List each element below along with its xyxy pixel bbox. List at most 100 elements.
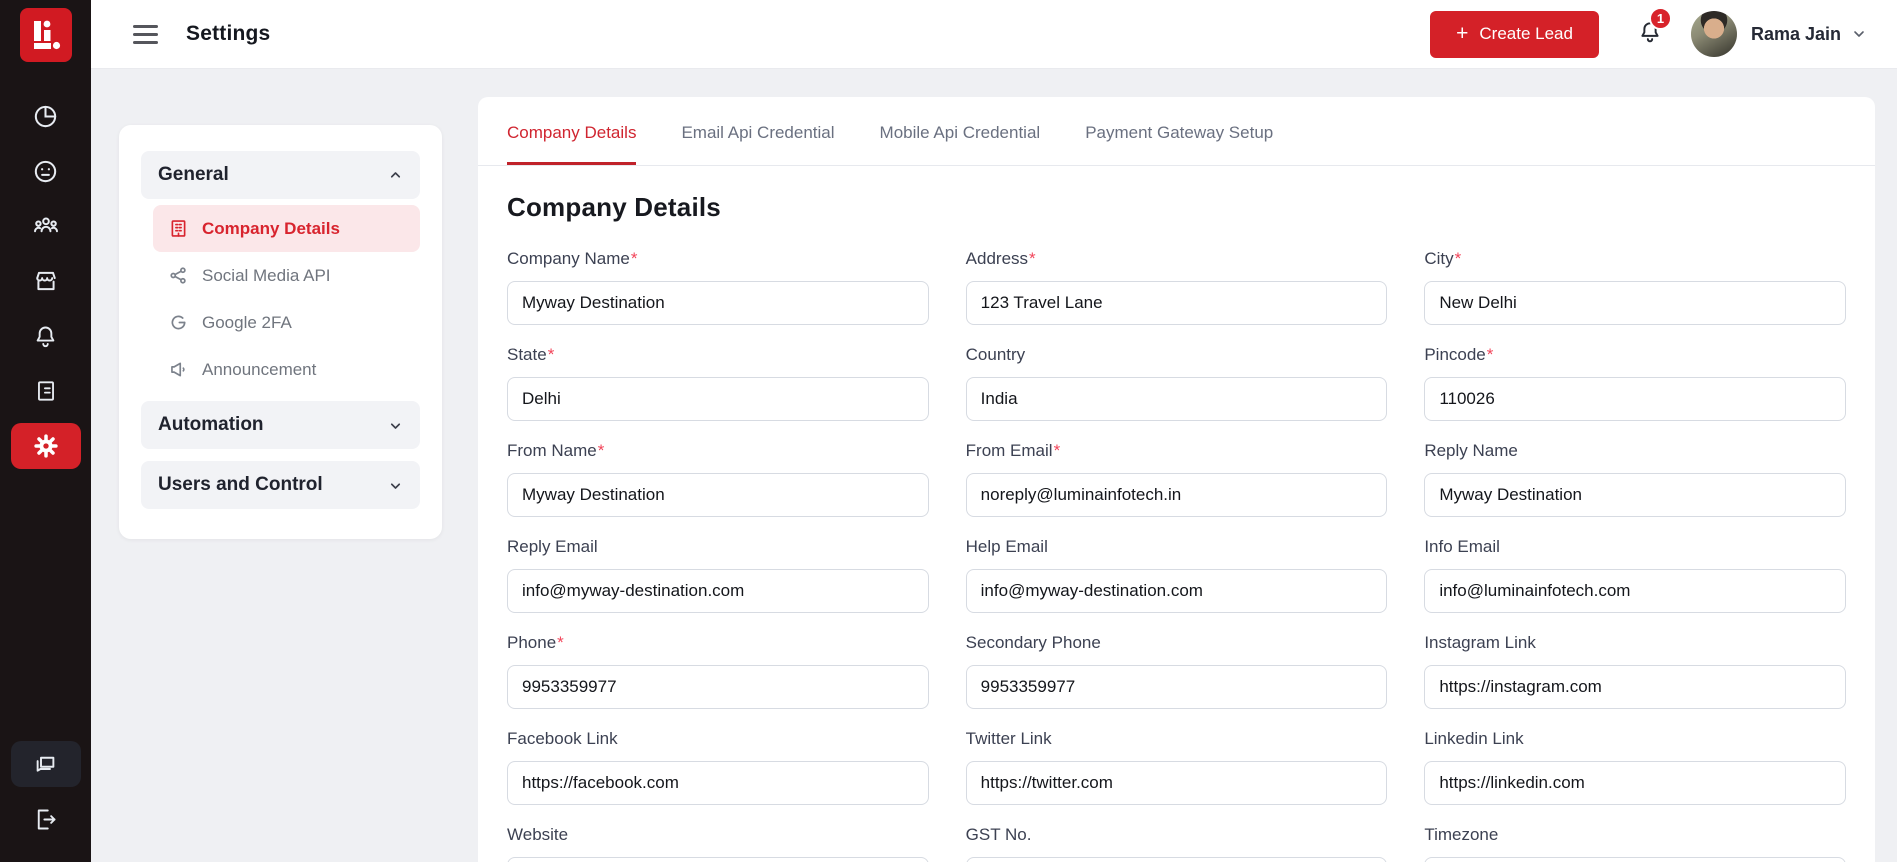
logo-cell bbox=[0, 0, 91, 69]
chat-icon[interactable] bbox=[10, 741, 81, 787]
form-field: Help Email info@myway-destination.com bbox=[965, 537, 1388, 613]
field-label: Phone* bbox=[507, 633, 564, 652]
tab-email-api-credential[interactable]: Email Api Credential bbox=[681, 97, 834, 165]
text-input[interactable] bbox=[1424, 857, 1846, 862]
logo-glyph bbox=[33, 20, 60, 49]
create-lead-button[interactable]: + Create Lead bbox=[1430, 10, 1599, 58]
hamburger-menu-icon[interactable] bbox=[133, 24, 158, 44]
form-field: Company Name* Myway Destination bbox=[507, 249, 929, 325]
form-field: Info Email info@luminainfotech.com bbox=[1424, 537, 1846, 613]
sidebar-section-automation[interactable]: Automation bbox=[141, 401, 420, 449]
sidebar-item-company-details[interactable]: Company Details bbox=[153, 205, 420, 252]
form-field: GST No. bbox=[965, 825, 1388, 862]
dashboard-pie-chart-icon[interactable] bbox=[11, 93, 81, 139]
sidebar-item-google-2fa[interactable]: Google 2FA bbox=[153, 299, 420, 346]
field-label: Instagram Link bbox=[1424, 633, 1536, 652]
text-input[interactable]: Myway Destination bbox=[1424, 473, 1846, 517]
text-input[interactable]: noreply@luminainfotech.in bbox=[965, 473, 1388, 517]
icon-rail bbox=[0, 69, 91, 862]
text-input[interactable]: Myway Destination bbox=[507, 473, 929, 517]
form-field: Website bbox=[507, 825, 929, 862]
text-input[interactable]: https://facebook.com bbox=[507, 761, 929, 805]
form-field: City* New Delhi bbox=[1424, 249, 1846, 325]
text-input[interactable]: New Delhi bbox=[1424, 281, 1846, 325]
field-label: Help Email bbox=[965, 537, 1048, 556]
text-input[interactable]: 9953359977 bbox=[965, 665, 1388, 709]
users-group-icon[interactable] bbox=[11, 203, 81, 249]
chevron-down-icon bbox=[388, 418, 403, 433]
required-asterisk: * bbox=[1053, 441, 1061, 460]
form-field: Pincode* 110026 bbox=[1424, 345, 1846, 421]
sidebar-item-announcement[interactable]: Announcement bbox=[153, 346, 420, 393]
text-input[interactable]: https://twitter.com bbox=[965, 761, 1388, 805]
chevron-down-icon[interactable] bbox=[1851, 26, 1867, 42]
settings-gear-icon[interactable] bbox=[10, 423, 81, 469]
field-label: Info Email bbox=[1424, 537, 1500, 556]
form-field: Reply Email info@myway-destination.com bbox=[507, 537, 929, 613]
sidebar-section-general[interactable]: General bbox=[141, 151, 420, 199]
field-label: From Email* bbox=[965, 441, 1061, 460]
text-input[interactable]: info@myway-destination.com bbox=[507, 569, 929, 613]
main-panel: Company Details Email Api Credential Mob… bbox=[478, 97, 1875, 862]
tab-company-details[interactable]: Company Details bbox=[507, 97, 637, 165]
text-input[interactable]: 110026 bbox=[1424, 377, 1846, 421]
sidebar-item-social-media-api[interactable]: Social Media API bbox=[153, 252, 420, 299]
leads-smiley-icon[interactable] bbox=[11, 148, 81, 194]
field-label: Reply Email bbox=[507, 537, 598, 556]
form-field: Timezone bbox=[1424, 825, 1846, 862]
form-field: Facebook Link https://facebook.com bbox=[507, 729, 929, 805]
section-label: General bbox=[158, 164, 229, 185]
section-label: Users and Control bbox=[158, 474, 323, 495]
sidebar-item-label: Social Media API bbox=[202, 265, 331, 285]
form-field: Twitter Link https://twitter.com bbox=[965, 729, 1388, 805]
text-input[interactable]: https://instagram.com bbox=[1424, 665, 1846, 709]
sidebar-item-label: Company Details bbox=[202, 218, 340, 238]
text-input[interactable]: 9953359977 bbox=[507, 665, 929, 709]
form-field: Linkedin Link https://linkedin.com bbox=[1424, 729, 1846, 805]
field-label: Address* bbox=[965, 249, 1036, 268]
required-asterisk: * bbox=[1486, 345, 1494, 364]
text-input[interactable]: https://linkedin.com bbox=[1424, 761, 1846, 805]
required-asterisk: * bbox=[1029, 249, 1036, 268]
text-input[interactable]: info@myway-destination.com bbox=[965, 569, 1388, 613]
store-icon[interactable] bbox=[11, 258, 81, 304]
field-label: City* bbox=[1424, 249, 1462, 268]
text-input[interactable]: 123 Travel Lane bbox=[965, 281, 1388, 325]
google-icon bbox=[171, 315, 186, 330]
text-input[interactable]: info@luminainfotech.com bbox=[1424, 569, 1846, 613]
sidebar-item-label: Google 2FA bbox=[202, 312, 292, 332]
form-field: Instagram Link https://instagram.com bbox=[1424, 633, 1846, 709]
user-avatar[interactable] bbox=[1690, 11, 1737, 57]
text-input[interactable]: Myway Destination bbox=[507, 281, 929, 325]
field-label: Company Name* bbox=[507, 249, 638, 268]
user-name[interactable]: Rama Jain bbox=[1751, 24, 1841, 45]
app-logo[interactable] bbox=[19, 7, 72, 62]
field-label: Twitter Link bbox=[965, 729, 1052, 748]
share-icon bbox=[170, 267, 186, 284]
chevron-down-icon bbox=[388, 478, 403, 493]
tab-mobile-api-credential[interactable]: Mobile Api Credential bbox=[880, 97, 1041, 165]
form-field: State* Delhi bbox=[507, 345, 929, 421]
text-input[interactable]: Delhi bbox=[507, 377, 929, 421]
form-field: Address* 123 Travel Lane bbox=[965, 249, 1388, 325]
sidebar-item-label: Announcement bbox=[202, 359, 317, 379]
field-label: Pincode* bbox=[1424, 345, 1494, 364]
megaphone-icon bbox=[171, 362, 185, 377]
notifications-button[interactable]: 1 bbox=[1637, 6, 1672, 50]
logout-icon[interactable] bbox=[11, 796, 81, 842]
text-input[interactable]: India bbox=[965, 377, 1388, 421]
text-input[interactable] bbox=[507, 857, 929, 862]
notification-badge: 1 bbox=[1648, 6, 1672, 30]
document-icon[interactable] bbox=[11, 368, 81, 414]
settings-sidebar: General Company Details Social Media API… bbox=[119, 125, 442, 539]
field-label: State* bbox=[507, 345, 555, 364]
bell-rail-icon[interactable] bbox=[11, 313, 81, 359]
sidebar-section-users-and-control[interactable]: Users and Control bbox=[141, 461, 420, 509]
field-label: Website bbox=[507, 825, 569, 844]
field-label: From Name* bbox=[507, 441, 605, 460]
text-input[interactable] bbox=[965, 857, 1388, 862]
field-label: Timezone bbox=[1424, 825, 1499, 844]
tab-payment-gateway-setup[interactable]: Payment Gateway Setup bbox=[1085, 97, 1273, 165]
required-asterisk: * bbox=[597, 441, 605, 460]
field-label: Country bbox=[965, 345, 1026, 364]
